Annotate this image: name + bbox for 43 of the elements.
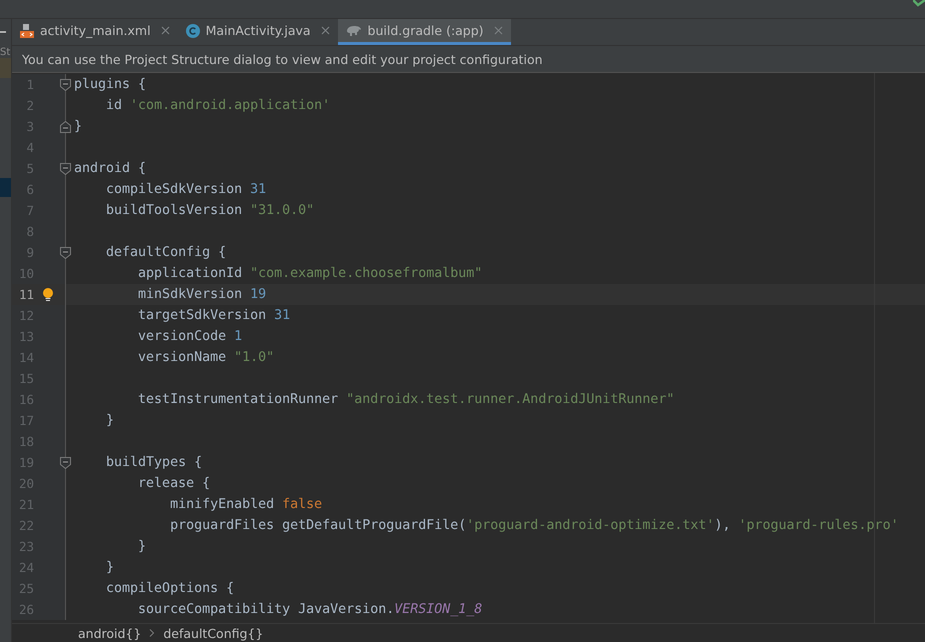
code-line: compileOptions {	[105, 581, 234, 596]
fold-icon[interactable]	[60, 246, 71, 258]
editor-tab[interactable]: build.gradle (:app)	[338, 19, 511, 45]
editor-tab[interactable]: MainActivity.java	[178, 19, 338, 45]
code-line: minifyEnabled false	[169, 497, 322, 512]
code-line: minSdkVersion 19	[137, 287, 266, 302]
code-line: plugins {	[74, 77, 146, 92]
code-line: proguardFiles getDefaultProguardFile('proguard-android-optimize.txt'), 'proguard-rules.pro'	[169, 518, 899, 533]
layout-file-icon	[20, 24, 34, 38]
notification-text: You can use the Project Structure dialog to view and edit your project configuration	[22, 52, 543, 66]
code-line: versionName "1.0"	[137, 350, 274, 365]
code-line: compileSdkVersion 31	[105, 182, 266, 197]
code-line: sourceCompatibility JavaVersion.VERSION_1_8	[137, 602, 482, 617]
selection-highlight	[0, 58, 11, 78]
fold-icon[interactable]	[60, 78, 71, 90]
fold-icon[interactable]	[60, 456, 71, 468]
code-line: buildToolsVersion "31.0.0"	[105, 203, 314, 218]
breadcrumb[interactable]: android{}	[78, 626, 142, 640]
selection-highlight	[0, 178, 11, 197]
class-icon	[186, 24, 200, 38]
code-line: }	[105, 560, 114, 575]
code-line: }	[105, 413, 114, 428]
code-line: id 'com.android.application'	[105, 98, 330, 113]
panel-label: St	[0, 47, 11, 58]
close-icon[interactable]	[320, 26, 330, 35]
code-line: testInstrumentationRunner "androidx.test.runner.AndroidJUnitRunner"	[137, 392, 674, 407]
breadcrumb[interactable]: defaultConfig{}	[163, 626, 264, 640]
code-line: defaultConfig {	[105, 245, 226, 260]
lightbulb-icon[interactable]	[42, 288, 54, 302]
code-line: }	[137, 539, 146, 554]
code-line: }	[74, 119, 82, 134]
elephant-icon	[346, 24, 362, 36]
line-number: 11	[18, 287, 34, 302]
code-line: release {	[137, 476, 210, 491]
editor-tab[interactable]: activity_main.xml	[12, 19, 178, 45]
code-line: applicationId "com.example.choosefromalbum"	[137, 266, 482, 281]
code-line: android {	[74, 161, 146, 176]
code-line: versionCode 1	[137, 329, 242, 344]
code-line: buildTypes {	[105, 455, 202, 470]
close-icon[interactable]	[160, 26, 170, 35]
code-line: targetSdkVersion 31	[137, 308, 290, 323]
fold-icon[interactable]	[60, 120, 71, 132]
fold-icon[interactable]	[60, 162, 71, 174]
